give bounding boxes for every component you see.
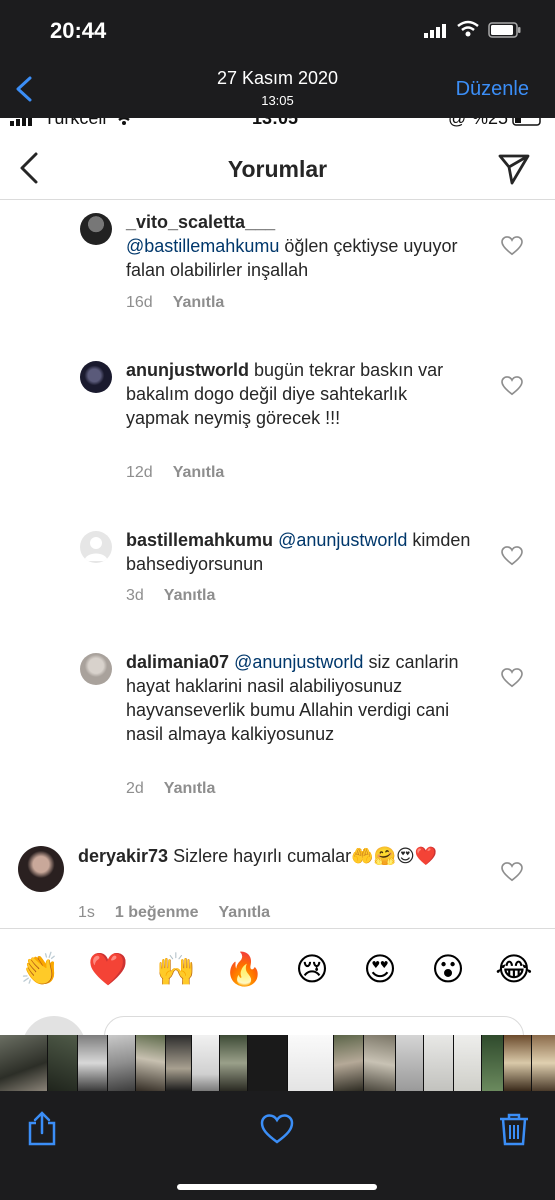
comment-username[interactable]: _vito_scaletta___ xyxy=(126,212,275,232)
comment-mention[interactable]: @anunjustworld xyxy=(234,652,363,672)
raised-hands-emoji-button[interactable]: 🙌 xyxy=(156,949,196,989)
thumbnail[interactable] xyxy=(288,1035,334,1091)
comment-age: 12d xyxy=(126,464,153,481)
like-heart-icon[interactable] xyxy=(501,862,523,882)
thumbnail[interactable] xyxy=(48,1035,78,1091)
fire-emoji-button[interactable]: 🔥 xyxy=(224,949,264,989)
thumbnail[interactable] xyxy=(482,1035,504,1091)
thumbnail-strip xyxy=(0,1035,555,1091)
thumbnail[interactable] xyxy=(424,1035,454,1091)
comment-age: 2d xyxy=(126,780,144,797)
comment-item: bastillemahkumu @anunjustworld kimden ba… xyxy=(0,528,555,618)
carrier-label: Turkcell xyxy=(44,118,107,128)
comment-mention[interactable]: @anunjustworld xyxy=(278,530,407,550)
thumbnail[interactable] xyxy=(108,1035,136,1091)
ig-header: Yorumlar xyxy=(0,140,555,200)
signal-icon xyxy=(424,24,446,38)
like-heart-icon[interactable] xyxy=(501,236,523,256)
reply-button[interactable]: Yanıtla xyxy=(164,780,216,797)
reply-button[interactable]: Yanıtla xyxy=(173,464,225,481)
comment-item: dalimania07 @anunjustworld siz canlarin … xyxy=(0,650,555,810)
send-icon[interactable] xyxy=(497,152,531,186)
comment-meta: 2d Yanıtla xyxy=(126,780,235,798)
thumbnail[interactable] xyxy=(0,1035,48,1091)
avatar[interactable] xyxy=(80,361,112,393)
status-time: 20:44 xyxy=(50,18,107,43)
comment-text: deryakir73 Sizlere hayırlı cumalar🤲🤗😍❤️ xyxy=(78,844,468,868)
thumbnail[interactable] xyxy=(136,1035,166,1091)
clap-emoji-button[interactable]: 👏 xyxy=(20,949,60,989)
comment-item: _vito_scaletta___ @bastillemahkumu öğlen… xyxy=(0,210,555,330)
reply-button[interactable]: Yanıtla xyxy=(164,587,216,604)
thumbnail[interactable] xyxy=(504,1035,532,1091)
comment-username[interactable]: anunjustworld xyxy=(126,360,249,380)
comment-body: Sizlere hayırlı cumalar🤲🤗😍❤️ xyxy=(173,846,438,866)
thumbnail[interactable] xyxy=(364,1035,396,1091)
comment-mention[interactable]: @bastillemahkumu xyxy=(126,236,279,256)
comment-username[interactable]: dalimania07 xyxy=(126,652,229,672)
heart-emoji-button[interactable]: ❤️ xyxy=(88,949,128,989)
comment-text: anunjustworld bugün tekrar baskın var ba… xyxy=(126,358,471,430)
reply-button[interactable]: Yanıtla xyxy=(173,294,225,311)
share-icon[interactable] xyxy=(24,1111,60,1147)
wifi-icon xyxy=(457,20,479,37)
comment-text: dalimania07 @anunjustworld siz canlarin … xyxy=(126,650,471,746)
comment-input[interactable] xyxy=(104,1016,524,1035)
default-avatar-icon xyxy=(84,537,108,561)
comment-meta: 16d Yanıtla xyxy=(126,294,244,312)
reply-button[interactable]: Yanıtla xyxy=(219,904,271,921)
screenshot-time: 13:05 xyxy=(252,118,299,128)
thumbnail[interactable] xyxy=(454,1035,482,1091)
comment-meta: 1s 1 beğenme Yanıtla xyxy=(78,904,290,922)
avatar[interactable] xyxy=(80,653,112,685)
signal-icon xyxy=(10,118,32,126)
thumbnail[interactable] xyxy=(166,1035,192,1091)
comment-username[interactable]: bastillemahkumu xyxy=(126,530,273,550)
trash-icon[interactable] xyxy=(496,1111,532,1147)
comment-item: anunjustworld bugün tekrar baskın var ba… xyxy=(0,358,555,488)
crying-emoji-button[interactable]: 😢 xyxy=(292,949,332,989)
comment-meta: 12d Yanıtla xyxy=(126,464,244,482)
screenshot-status-bar: Turkcell 13:05 @ %25 xyxy=(0,118,555,130)
ios-status-bar: 20:44 xyxy=(0,0,555,60)
thumbnail[interactable] xyxy=(78,1035,108,1091)
comment-item: deryakir73 Sizlere hayırlı cumalar🤲🤗😍❤️ … xyxy=(0,844,555,928)
comment-age: 1s xyxy=(78,904,95,921)
like-heart-icon[interactable] xyxy=(501,376,523,396)
thumbnail[interactable] xyxy=(396,1035,424,1091)
battery-percent: %25 xyxy=(472,118,509,128)
surprised-emoji-button[interactable]: 😮 xyxy=(428,949,468,989)
likes-count[interactable]: 1 beğenme xyxy=(115,904,199,921)
favorite-heart-icon[interactable] xyxy=(259,1111,295,1147)
thumbnail[interactable] xyxy=(220,1035,248,1091)
avatar[interactable] xyxy=(80,531,112,563)
photo-nav-bar: 27 Kasım 2020 13:05 Düzenle xyxy=(0,60,555,118)
like-heart-icon[interactable] xyxy=(501,668,523,688)
comment-age: 3d xyxy=(126,587,144,604)
comment-meta: 3d Yanıtla xyxy=(126,587,235,605)
laughing-emoji-button[interactable]: 😂 xyxy=(494,949,534,989)
thumbnail[interactable] xyxy=(532,1035,555,1091)
thumbnail[interactable] xyxy=(248,1035,288,1091)
page-title: Yorumlar xyxy=(227,156,328,182)
comment-age: 16d xyxy=(126,294,153,311)
avatar[interactable] xyxy=(80,213,112,245)
avatar[interactable] xyxy=(18,846,64,892)
thumbnail[interactable] xyxy=(192,1035,220,1091)
heart-eyes-emoji-button[interactable]: 😍 xyxy=(360,949,400,989)
battery-icon xyxy=(488,22,521,38)
edit-button[interactable]: Düzenle xyxy=(456,78,529,101)
emoji-quick-bar: 👏 ❤️ 🙌 🔥 😢 😍 😮 😂 xyxy=(0,928,555,1014)
home-indicator[interactable] xyxy=(177,1184,377,1190)
alarm-icon: @ xyxy=(448,118,467,128)
wifi-icon xyxy=(115,118,133,125)
screenshot-image: Turkcell 13:05 @ %25 Yorumlar _vito_scal… xyxy=(0,118,555,1035)
battery-icon xyxy=(512,118,541,126)
avatar xyxy=(22,1016,86,1035)
comment-username[interactable]: deryakir73 xyxy=(78,846,168,866)
thumbnail[interactable] xyxy=(334,1035,364,1091)
comment-text: bastillemahkumu @anunjustworld kimden ba… xyxy=(126,528,476,576)
comment-text: _vito_scaletta___ @bastillemahkumu öğlen… xyxy=(126,210,476,282)
like-heart-icon[interactable] xyxy=(501,546,523,566)
